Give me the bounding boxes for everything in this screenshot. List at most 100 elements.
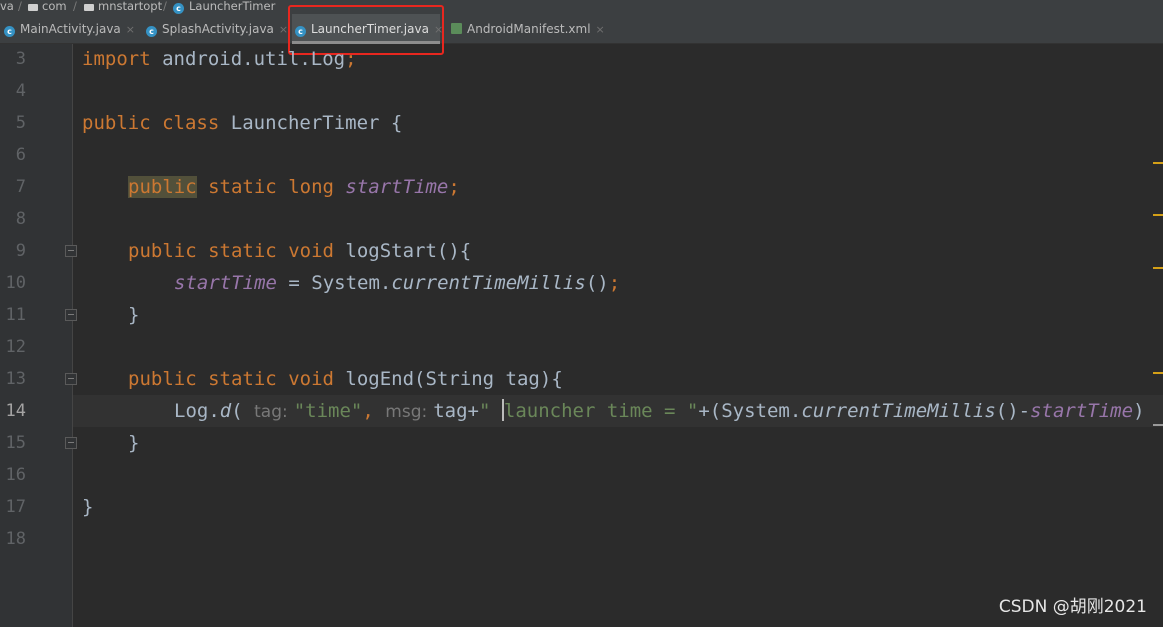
close-icon[interactable]: ×: [596, 23, 605, 36]
method-call: currentTimeMillis: [801, 400, 996, 422]
breadcrumb-item-va[interactable]: va: [0, 0, 14, 12]
line-number: 8: [15, 209, 26, 229]
code-line-15[interactable]: }: [128, 427, 139, 459]
line-number: 9: [15, 241, 26, 261]
close-icon[interactable]: ×: [126, 23, 135, 36]
tab-mainactivity[interactable]: c MainActivity.java ×: [4, 14, 141, 44]
scroll-marker[interactable]: [1153, 214, 1163, 216]
fold-collapse-icon[interactable]: [65, 309, 77, 321]
line-number: 3: [15, 49, 26, 69]
xml-file-icon: [451, 23, 462, 34]
tab-androidmanifest[interactable]: AndroidManifest.xml ×: [451, 14, 605, 44]
keyword: static: [208, 240, 277, 262]
code-line-11[interactable]: }: [128, 299, 139, 331]
code-line-14[interactable]: Log.d( tag: "time", msg: tag+" launcher ti…: [174, 395, 1163, 427]
breadcrumb-separator: /: [18, 0, 22, 13]
keyword: class: [162, 112, 220, 134]
tab-splashactivity[interactable]: c SplashActivity.java ×: [146, 14, 294, 44]
code-text: android.util.Log: [150, 48, 346, 70]
folder-icon: [28, 4, 38, 11]
keyword: long: [288, 176, 334, 198]
breadcrumb-item-launchertimer[interactable]: c LauncherTimer: [173, 0, 275, 14]
field-name: startTime: [1030, 400, 1134, 422]
fold-collapse-icon[interactable]: [65, 245, 77, 257]
line-number: 11: [5, 305, 26, 325]
code-text: (){: [436, 240, 472, 262]
keyword: import: [82, 48, 151, 70]
method-call: d: [219, 400, 232, 422]
comma: ,: [362, 400, 374, 422]
code-text: ): [1133, 400, 1145, 422]
watermark: CSDN @胡刚2021: [998, 597, 1147, 617]
string-literal: ": [478, 400, 502, 422]
line-number: 18: [5, 529, 26, 549]
code-text: (: [231, 400, 243, 422]
line-number: 16: [5, 465, 26, 485]
field-name: startTime: [345, 176, 449, 198]
code-text: (String tag){: [414, 368, 563, 390]
string-literal: launcher time =: [503, 400, 687, 422]
fold-collapse-icon[interactable]: [65, 437, 77, 449]
keyword: public: [82, 112, 151, 134]
code-text: ()-: [995, 400, 1031, 422]
line-number: 4: [15, 81, 26, 101]
line-number: 12: [5, 337, 26, 357]
scroll-marker[interactable]: [1153, 372, 1163, 374]
brace: }: [128, 432, 140, 454]
code-line-5[interactable]: public class LauncherTimer {: [82, 107, 402, 139]
fold-collapse-icon[interactable]: [65, 373, 77, 385]
folder-icon: [84, 4, 94, 11]
method-call: currentTimeMillis: [391, 272, 586, 294]
line-number: 13: [5, 369, 26, 389]
line-number: 7: [15, 177, 26, 197]
breadcrumb-label: LauncherTimer: [189, 0, 276, 13]
breadcrumb: va com mnstartopt c LauncherTimer / / /: [0, 0, 1163, 14]
keyword: void: [288, 240, 334, 262]
tab-label: SplashActivity.java: [162, 22, 274, 36]
breadcrumb-item-mnstartopt[interactable]: mnstartopt: [84, 0, 162, 12]
code-line-7[interactable]: public static long startTime;: [128, 171, 460, 203]
semicolon: ;: [448, 176, 460, 198]
method-name: logStart: [345, 240, 437, 262]
code-text: tag+: [433, 400, 479, 422]
keyword: public: [128, 240, 197, 262]
code-text: = System.: [276, 272, 392, 294]
line-number: 5: [15, 113, 26, 133]
scroll-marker[interactable]: [1153, 267, 1163, 269]
semicolon: ;: [608, 272, 621, 294]
code-line-9[interactable]: public static void logStart(){: [128, 235, 471, 267]
code-line-10[interactable]: startTime = System.currentTimeMillis();: [174, 267, 620, 299]
scroll-marker[interactable]: [1153, 424, 1163, 426]
keyword: static: [208, 176, 277, 198]
java-class-icon: c: [146, 26, 157, 37]
string-literal: ": [686, 400, 699, 422]
tab-label: AndroidManifest.xml: [467, 22, 591, 36]
code-line-3[interactable]: import android.util.Log;: [82, 43, 357, 75]
breadcrumb-item-com[interactable]: com: [28, 0, 67, 12]
code-line-13[interactable]: public static void logEnd(String tag){: [128, 363, 563, 395]
code-line-17[interactable]: }: [82, 491, 93, 523]
breadcrumb-label: mnstartopt: [98, 0, 163, 13]
code-text: Log.: [174, 400, 220, 422]
breadcrumb-label: com: [42, 0, 67, 13]
breadcrumb-separator: /: [73, 0, 77, 13]
scroll-marker[interactable]: [1153, 162, 1163, 164]
code-text: +(System.: [698, 400, 802, 422]
string-literal: "time": [293, 400, 363, 422]
line-number-current: 14: [5, 401, 26, 421]
close-icon[interactable]: ×: [279, 23, 288, 36]
keyword: static: [208, 368, 277, 390]
keyword: void: [288, 368, 334, 390]
java-class-icon: c: [4, 26, 15, 37]
method-name: logEnd: [345, 368, 415, 390]
keyword-highlighted: public: [128, 176, 197, 198]
line-number: 17: [5, 497, 26, 517]
line-number: 10: [5, 273, 26, 293]
param-hint-msg: msg:: [385, 402, 428, 422]
brace: }: [82, 496, 94, 518]
line-number: 6: [15, 145, 26, 165]
semicolon: ;: [345, 48, 357, 70]
java-class-icon: c: [173, 3, 184, 14]
brace: {: [390, 112, 403, 134]
tab-label: MainActivity.java: [20, 22, 121, 36]
